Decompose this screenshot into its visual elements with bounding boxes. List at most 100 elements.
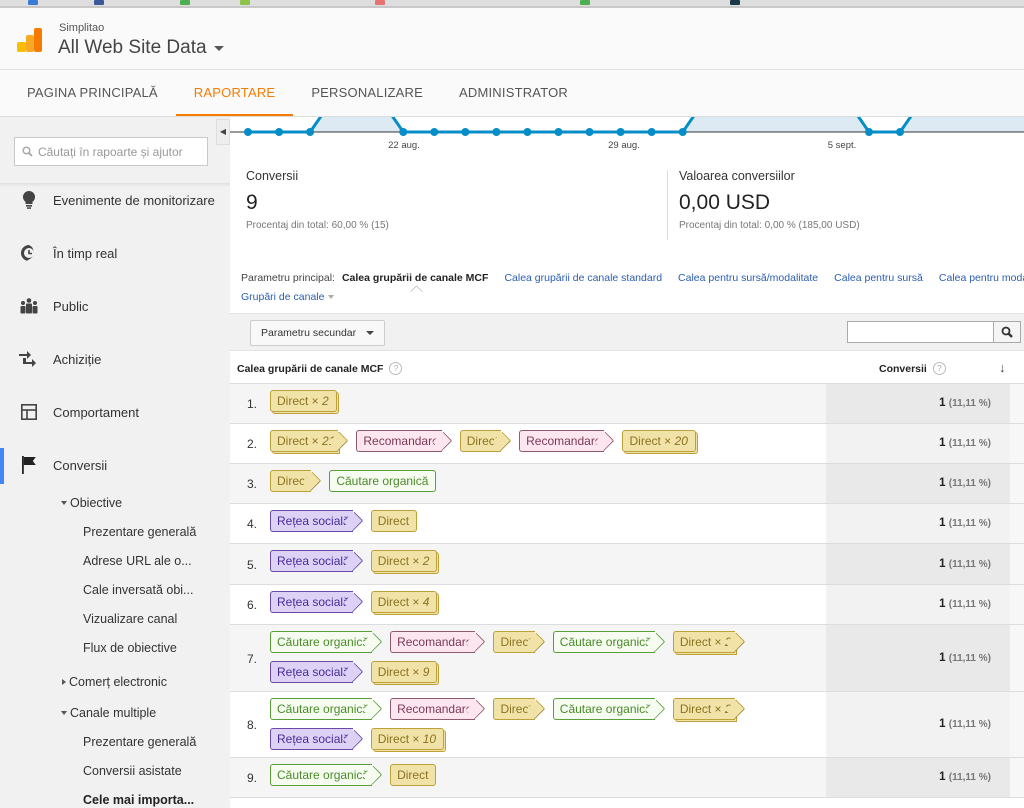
channel-label: Direct (679, 635, 712, 649)
sidebar-item-audience[interactable]: Public (0, 289, 230, 323)
chart-data-point[interactable] (430, 128, 439, 136)
column-header-conversions[interactable]: Conversii ? (879, 362, 946, 375)
channel-chip-direct[interactable]: Direct × 2 (672, 631, 735, 653)
chart-data-point[interactable] (275, 128, 284, 136)
column-header-path[interactable]: Calea grupării de canale MCF ? (237, 362, 403, 375)
sidebar-subitem[interactable]: Conversii asistate (83, 764, 182, 778)
chart-data-point[interactable] (678, 128, 687, 136)
channel-chip-org[interactable]: Căutare organică (270, 631, 373, 653)
channel-chip-org[interactable]: Căutare organică (552, 698, 655, 720)
channel-chip-ref[interactable]: Recomandare (356, 430, 442, 452)
help-icon[interactable]: ? (932, 362, 946, 375)
chart-data-point[interactable] (585, 128, 594, 136)
conversions-percent: (11,11 %) (948, 518, 991, 529)
table-search-button[interactable] (993, 321, 1021, 343)
channel-chip-soc[interactable]: Rețea socială (270, 661, 353, 683)
channel-chip-org[interactable]: Căutare organică (329, 470, 437, 492)
table-search-input[interactable] (847, 321, 995, 343)
channel-chip-soc[interactable]: Rețea socială (270, 591, 353, 613)
chart-data-point[interactable] (616, 128, 625, 136)
chart-data-point[interactable] (523, 128, 532, 136)
channel-chip-direct[interactable]: Direct (493, 698, 535, 720)
sidebar-subitem-active[interactable]: Cele mai importa... (83, 793, 194, 807)
channel-chip-direct[interactable]: Direct × 20 (622, 430, 696, 452)
channel-path: Direct Căutare organică (270, 470, 790, 492)
search-icon (1001, 326, 1013, 338)
channel-chip-direct[interactable]: Direct × 4 (370, 591, 438, 613)
channel-chip-soc[interactable]: Rețea socială (270, 550, 353, 572)
sidebar-item-realtime[interactable]: În timp real (0, 236, 230, 270)
sidebar-subitem[interactable]: Vizualizare canal (83, 612, 177, 626)
metric-conversion-value[interactable]: Valoarea conversiilor 0,00 USD Procentaj… (679, 169, 860, 231)
chart-data-point[interactable] (896, 128, 905, 136)
channel-chip-direct[interactable]: Direct × 2 (370, 550, 438, 572)
channel-path: Căutare organică Recomandare Direct Căutare… (270, 698, 790, 750)
chart-data-point[interactable] (399, 128, 408, 136)
conversions-value: 1 (11,11 %) (939, 598, 991, 610)
chart-data-point[interactable] (306, 128, 315, 136)
sidebar-group-ecommerce[interactable]: Comerț electronic (62, 675, 167, 689)
sidebar-subitem[interactable]: Prezentare generală (83, 735, 196, 749)
sidebar-item-conversions[interactable]: Conversii (0, 448, 230, 484)
sidebar-subitem[interactable]: Cale inversată obi... (83, 583, 193, 597)
group-label: Comerț electronic (69, 675, 167, 689)
channel-chip-direct[interactable]: Direct (390, 764, 437, 786)
channel-chip-direct[interactable]: Direct × 9 (370, 661, 438, 683)
tab-home[interactable]: PAGINA PRINCIPALĂ (9, 71, 176, 116)
sidebar-group-objectives[interactable]: Obiective (61, 496, 122, 510)
channel-chip-soc[interactable]: Rețea socială (270, 728, 353, 750)
channel-chip-org[interactable]: Căutare organică (270, 764, 373, 786)
channel-groupings-dropdown[interactable]: Grupări de canale (241, 291, 1024, 303)
secondary-dimension-dropdown[interactable]: Parametru secundar (250, 320, 386, 346)
tab-customization[interactable]: PERSONALIZARE (293, 71, 441, 116)
channel-chip-ref[interactable]: Recomandare (390, 631, 476, 653)
channel-label: Căutare organică (336, 474, 429, 488)
sidebar-group-multichannel[interactable]: Canale multiple (61, 706, 156, 720)
conversions-count: 1 (939, 771, 946, 783)
property-selector[interactable]: All Web Site Data (58, 37, 224, 59)
sidebar-subitem[interactable]: Adrese URL ale o... (83, 554, 192, 568)
channel-chip-direct[interactable]: Direct (270, 470, 312, 492)
channel-chip-ref[interactable]: Recomandare (519, 430, 605, 452)
sort-descending-icon[interactable]: ↓ (999, 360, 1006, 375)
tab-admin[interactable]: ADMINISTRATOR (441, 71, 586, 116)
conversions-value: 1 (11,11 %) (939, 718, 991, 730)
channel-chip-soc[interactable]: Rețea socială (270, 510, 353, 532)
conversions-count: 1 (939, 477, 946, 489)
dimension-link[interactable]: Calea pentru sursă (834, 272, 923, 284)
channel-groupings-link[interactable]: Grupări de canale (241, 291, 324, 303)
channel-chip-org[interactable]: Căutare organică (552, 631, 655, 653)
channel-chip-ref[interactable]: Recomandare (390, 698, 476, 720)
channel-chip-direct[interactable]: Direct × 2 (270, 390, 337, 412)
report-search-box[interactable] (14, 137, 208, 166)
dimension-link[interactable]: Calea grupării de canale standard (504, 272, 662, 284)
chart-data-point[interactable] (492, 128, 501, 136)
channel-chip-direct[interactable]: Direct × 2 (672, 698, 735, 720)
channel-chip-org[interactable]: Căutare organică (270, 698, 373, 720)
sidebar-subitem[interactable]: Flux de obiective (83, 641, 177, 655)
dimension-link[interactable]: Calea pentru sursă/modalitate (678, 272, 818, 284)
chart-data-point[interactable] (244, 128, 252, 136)
help-icon[interactable]: ? (389, 362, 403, 375)
collapse-sidebar-button[interactable]: ◀ (216, 119, 230, 145)
channel-chip-direct[interactable]: Direct (459, 430, 502, 452)
chart-data-point[interactable] (554, 128, 563, 136)
channel-chip-direct[interactable]: Direct × 10 (370, 728, 445, 750)
metric-conversions[interactable]: Conversii 9 Procentaj din total: 60,00 %… (246, 169, 389, 231)
chart-data-point[interactable] (647, 128, 656, 136)
sidebar-subitem[interactable]: Prezentare generală (83, 525, 196, 539)
chart-data-point[interactable] (461, 128, 470, 136)
report-search-input[interactable] (37, 144, 207, 159)
conversions-value: 1 (11,11 %) (939, 652, 991, 664)
sidebar-item-behavior[interactable]: Comportament (0, 395, 230, 429)
tab-reporting[interactable]: RAPORTARE (175, 71, 294, 116)
channel-path: Căutare organică Direct (270, 764, 790, 786)
dimension-link[interactable]: Calea pentru moda (939, 272, 1024, 284)
sidebar-item-events[interactable]: Evenimente de monitorizare (0, 183, 230, 217)
channel-chip-direct[interactable]: Direct (493, 631, 535, 653)
channel-chip-direct[interactable]: Direct × 21 (270, 430, 339, 452)
chart-data-point[interactable] (865, 128, 873, 136)
channel-chip-direct[interactable]: Direct (370, 510, 418, 532)
sidebar-item-acquisition[interactable]: Achiziție (0, 342, 230, 376)
clock-icon (19, 244, 39, 262)
